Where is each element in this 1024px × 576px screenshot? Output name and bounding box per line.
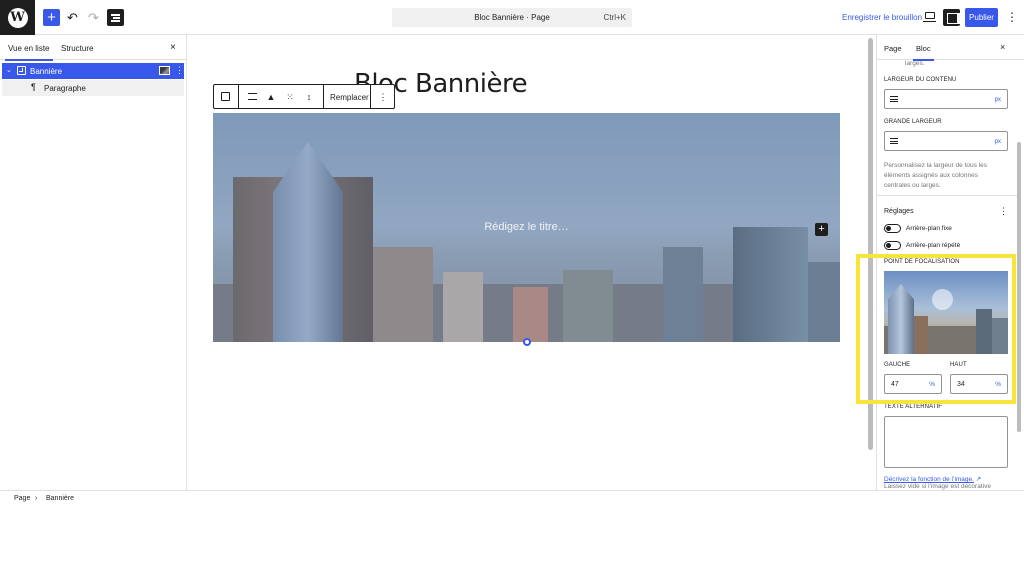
undo-button[interactable]: ↶ (64, 9, 81, 26)
block-toolbar: ▲ ⁙ ↕ Remplacer ⋮ (213, 84, 395, 109)
settings-heading: Réglages (884, 208, 914, 215)
layout-help-text: Personnalisez la largeur de tous les élé… (884, 162, 987, 189)
fixed-background-label: Arrière-plan fixe (906, 225, 952, 232)
document-title: Bloc Bannière · Page (474, 13, 550, 22)
breadcrumb-page[interactable]: Page (14, 495, 30, 502)
repeat-background-toggle[interactable] (884, 241, 901, 250)
breadcrumb-separator: › (35, 495, 38, 502)
fixed-background-toggle[interactable] (884, 224, 901, 233)
redo-button[interactable]: ↷ (85, 9, 102, 26)
content-width-button[interactable] (247, 91, 259, 103)
settings-tabs: Page Bloc × (877, 35, 1024, 61)
banner-title-placeholder[interactable]: Rédigez le titre… (213, 221, 840, 233)
align-icon (248, 93, 257, 100)
truncated-help-text: larges. (905, 60, 925, 67)
alt-text-help: Laissez vide si l’image est décorative (884, 483, 991, 490)
resize-handle[interactable] (523, 338, 531, 346)
block-more-options-button[interactable]: ⋮ (377, 91, 389, 103)
add-block-button[interactable]: + (43, 9, 60, 26)
position-button[interactable]: ▲ (265, 91, 277, 103)
repeat-background-label: Arrière-plan répété (906, 242, 961, 249)
breadcrumb-banner[interactable]: Bannière (46, 495, 74, 502)
document-overview-button[interactable] (107, 9, 124, 26)
content-width-label: LARGEUR DU CONTENU (884, 77, 957, 83)
width-icon (890, 138, 898, 144)
list-view-icon (111, 14, 120, 16)
block-inserter-button[interactable]: + (815, 223, 828, 236)
alt-text-label: TEXTE ALTERNATIF (884, 404, 943, 410)
close-list-view-button[interactable]: × (170, 42, 176, 53)
list-view-icon-line (113, 17, 120, 19)
tab-page[interactable]: Page (884, 44, 902, 53)
cover-block-icon (17, 66, 26, 75)
focal-point-button[interactable]: ⁙ (284, 91, 296, 103)
settings-scrollbar[interactable] (1017, 142, 1021, 432)
wide-width-label: GRANDE LARGEUR (884, 119, 942, 125)
toolbar-divider (323, 85, 324, 108)
chevron-down-icon[interactable]: ⌄ (6, 66, 12, 74)
width-icon (890, 96, 898, 102)
wordpress-icon: W (7, 7, 28, 28)
settings-toggle-button[interactable] (943, 9, 961, 26)
content-width-input[interactable]: px (884, 89, 1008, 109)
list-item-paragraph[interactable]: ¶ Paragraphe (2, 80, 184, 96)
toolbar-divider (238, 85, 239, 108)
list-view-panel: Vue en liste Structure × ⌄ Bannière ⋮ ¶ … (0, 35, 187, 490)
breadcrumb: Page › Bannière (0, 490, 1024, 506)
block-type-button[interactable] (220, 91, 232, 103)
list-item-banner[interactable]: ⌄ Bannière ⋮ (2, 63, 184, 79)
list-item-label: Paragraphe (44, 84, 86, 93)
list-view-icon-line (111, 20, 120, 22)
list-item-label: Bannière (30, 67, 63, 76)
paragraph-icon: ¶ (31, 82, 36, 92)
full-height-button[interactable]: ↕ (303, 91, 315, 103)
publish-button[interactable]: Publier (965, 8, 998, 27)
block-options-button[interactable]: ⋮ (175, 65, 184, 76)
unit-select[interactable]: px (995, 97, 1001, 103)
section-divider (877, 195, 1017, 196)
cover-block-icon (221, 92, 230, 101)
wide-width-input[interactable]: px (884, 131, 1008, 151)
options-menu-button[interactable]: ⋮ (1006, 8, 1018, 27)
command-palette-button[interactable]: Bloc Bannière · Page Ctrl+K (392, 8, 632, 27)
command-shortcut: Ctrl+K (603, 13, 626, 22)
close-settings-button[interactable]: × (1000, 42, 1005, 52)
focal-point-highlight (856, 254, 1016, 404)
settings-options-button[interactable]: ⋮ (999, 206, 1008, 217)
banner-block[interactable]: Rédigez le titre… (213, 113, 840, 342)
save-draft-button[interactable]: Enregistrer le brouillon (842, 13, 922, 22)
tab-block[interactable]: Bloc (913, 44, 934, 61)
device-preview-icon[interactable] (923, 12, 936, 22)
replace-button[interactable]: Remplacer (330, 93, 369, 102)
tab-list-view[interactable]: Vue en liste (5, 44, 53, 61)
alt-text-textarea[interactable] (884, 416, 1008, 468)
wordpress-logo-button[interactable]: W (0, 0, 35, 35)
editor-header: W + ↶ ↷ Bloc Bannière · Page Ctrl+K Enre… (0, 0, 1024, 35)
tab-outline[interactable]: Structure (61, 44, 93, 53)
toolbar-divider (370, 85, 371, 108)
editor-canvas: Bloc Bannière Rédigez le titre… ▲ ⁙ ↕ Re… (188, 35, 864, 490)
unit-select[interactable]: px (995, 139, 1001, 145)
image-thumbnail (159, 66, 170, 75)
list-view-tabs: Vue en liste Structure × (0, 35, 186, 61)
